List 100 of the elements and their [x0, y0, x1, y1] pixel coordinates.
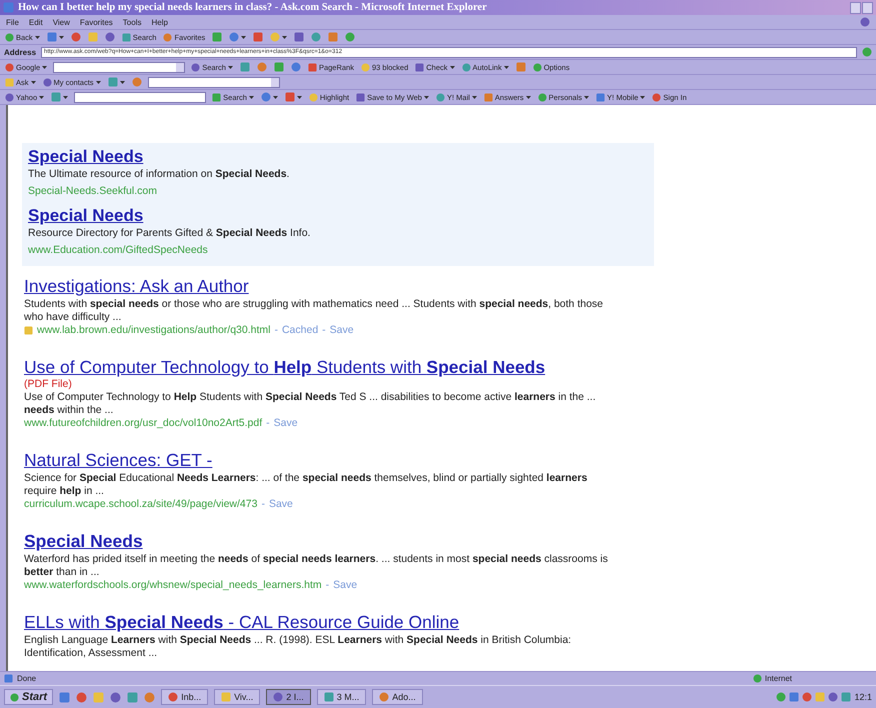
- toolbar-search-field[interactable]: [74, 92, 206, 102]
- menu-item[interactable]: Help: [151, 18, 168, 26]
- circle-icon[interactable]: [462, 62, 471, 72]
- square-icon[interactable]: [484, 92, 493, 102]
- caret-icon[interactable]: [63, 96, 68, 98]
- result-snippet: Use of Computer Technology to Help Students with Special Needs Ted S ... disabilities to become active learners in the ... needs within the ...: [24, 391, 597, 417]
- result-title-link[interactable]: Special Needs: [24, 531, 143, 552]
- clock: 12:1: [854, 692, 872, 702]
- circle-icon[interactable]: [5, 32, 14, 42]
- dropdown-toolbar-icon[interactable]: [269, 32, 288, 42]
- circle-icon[interactable]: [5, 62, 14, 72]
- result-snippet: Waterford has prided itself in meeting the needs of special needs learners. ... students in most special needs classrooms is better than in ...: [24, 553, 609, 579]
- square-icon[interactable]: [93, 692, 104, 702]
- circle-icon[interactable]: [144, 692, 156, 702]
- separator-text: -: [322, 324, 326, 337]
- square-icon[interactable]: [5, 78, 14, 86]
- dropdown-toolbar-icon[interactable]: [284, 92, 303, 102]
- taskbar-button[interactable]: Viv...: [214, 689, 260, 705]
- taskbar-button[interactable]: 2 I...: [266, 689, 311, 705]
- square-icon[interactable]: [789, 692, 800, 702]
- circle-icon[interactable]: [168, 692, 178, 702]
- caret-icon[interactable]: [450, 66, 455, 68]
- result-title-link[interactable]: Natural Sciences: GET -: [24, 450, 212, 471]
- ad-title-link[interactable]: Special Needs: [28, 206, 144, 226]
- dropdown-toolbar-icon[interactable]: [50, 92, 70, 102]
- square-icon[interactable]: [841, 692, 852, 702]
- circle-icon[interactable]: [273, 692, 284, 702]
- caret-icon[interactable]: [282, 36, 288, 38]
- caret-icon[interactable]: [640, 96, 646, 98]
- circle-icon[interactable]: [802, 692, 812, 702]
- menu-item[interactable]: View: [52, 18, 70, 26]
- square-icon[interactable]: [596, 92, 606, 102]
- caret-icon[interactable]: [241, 36, 246, 38]
- circle-icon[interactable]: [828, 692, 838, 702]
- circle-icon[interactable]: [308, 92, 318, 102]
- circle-icon[interactable]: [360, 62, 370, 72]
- toolbar-search-field[interactable]: [53, 62, 186, 72]
- circle-icon[interactable]: [379, 692, 390, 702]
- separator-text: -: [266, 417, 270, 430]
- circle-icon[interactable]: [538, 92, 547, 102]
- square-icon[interactable]: [324, 692, 334, 702]
- caret-icon[interactable]: [504, 66, 509, 68]
- dropdown-toolbar-icon[interactable]: [46, 32, 65, 42]
- maximize-button[interactable]: [862, 2, 873, 14]
- circle-icon[interactable]: [110, 692, 122, 702]
- caret-icon[interactable]: [42, 66, 48, 68]
- caret-icon[interactable]: [296, 96, 302, 98]
- circle-icon[interactable]: [76, 692, 88, 702]
- circle-icon[interactable]: [436, 92, 445, 102]
- taskbar-button[interactable]: 3 M...: [316, 689, 366, 705]
- circle-icon[interactable]: [191, 62, 200, 72]
- globe-icon: [752, 674, 762, 683]
- dropdown-toolbar-icon[interactable]: [228, 32, 248, 42]
- dropdown-toolbar-icon[interactable]: [260, 92, 279, 102]
- go-icon[interactable]: [862, 47, 872, 57]
- caret-icon[interactable]: [58, 36, 64, 38]
- circle-icon[interactable]: [652, 92, 662, 102]
- menu-item[interactable]: Favorites: [80, 18, 113, 26]
- windows-logo-icon: [860, 17, 870, 27]
- caret-icon[interactable]: [248, 96, 254, 98]
- result-title-link[interactable]: ELLs with Special Needs - CAL Resource Guide Online: [24, 612, 460, 633]
- square-icon[interactable]: [815, 692, 826, 702]
- menu-item[interactable]: Tools: [122, 18, 142, 26]
- ad-title-link[interactable]: Special Needs: [28, 147, 144, 167]
- menu-item[interactable]: File: [6, 18, 19, 26]
- caret-icon[interactable]: [34, 36, 40, 38]
- caret-icon[interactable]: [120, 80, 125, 84]
- dropdown-toolbar-icon[interactable]: [106, 77, 126, 87]
- result-title-link[interactable]: Investigations: Ask an Author: [24, 276, 249, 297]
- square-icon[interactable]: [59, 692, 70, 702]
- taskbar-button[interactable]: Ado...: [372, 689, 423, 705]
- result-snippet: Students with special needs or those who are struggling with mathematics need ... Students with special needs, both those who have difficulty ...: [24, 298, 604, 324]
- square-icon[interactable]: [122, 32, 131, 42]
- caret-icon[interactable]: [228, 66, 233, 68]
- taskbar-button[interactable]: Inb...: [161, 689, 208, 705]
- circle-icon[interactable]: [163, 32, 172, 42]
- square-icon[interactable]: [127, 692, 138, 702]
- toolbar-search-field[interactable]: [148, 76, 280, 88]
- square-icon[interactable]: [212, 92, 222, 102]
- square-icon[interactable]: [356, 92, 366, 102]
- circle-icon[interactable]: [10, 692, 19, 702]
- caret-icon[interactable]: [424, 96, 429, 98]
- caret-icon[interactable]: [96, 80, 101, 84]
- circle-icon[interactable]: [5, 92, 14, 102]
- caret-icon[interactable]: [472, 96, 477, 98]
- minimize-button[interactable]: [850, 2, 861, 14]
- caret-icon[interactable]: [584, 96, 590, 98]
- circle-icon[interactable]: [776, 692, 786, 702]
- caret-icon[interactable]: [30, 80, 36, 84]
- start-button[interactable]: Start: [4, 689, 54, 705]
- square-icon[interactable]: [415, 62, 424, 72]
- square-icon[interactable]: [308, 62, 317, 72]
- circle-icon[interactable]: [532, 62, 542, 72]
- caret-icon[interactable]: [272, 96, 278, 98]
- caret-icon[interactable]: [526, 96, 531, 98]
- circle-icon[interactable]: [42, 78, 52, 86]
- result-title-link[interactable]: Use of Computer Technology to Help Students with Special Needs: [24, 357, 546, 378]
- result-snippet: Science for Special Educational Needs Learners: ... of the special needs themselves, blind or partially sighted learners require help in ...: [24, 472, 588, 498]
- caret-icon[interactable]: [39, 96, 44, 98]
- menu-item[interactable]: Edit: [28, 18, 43, 26]
